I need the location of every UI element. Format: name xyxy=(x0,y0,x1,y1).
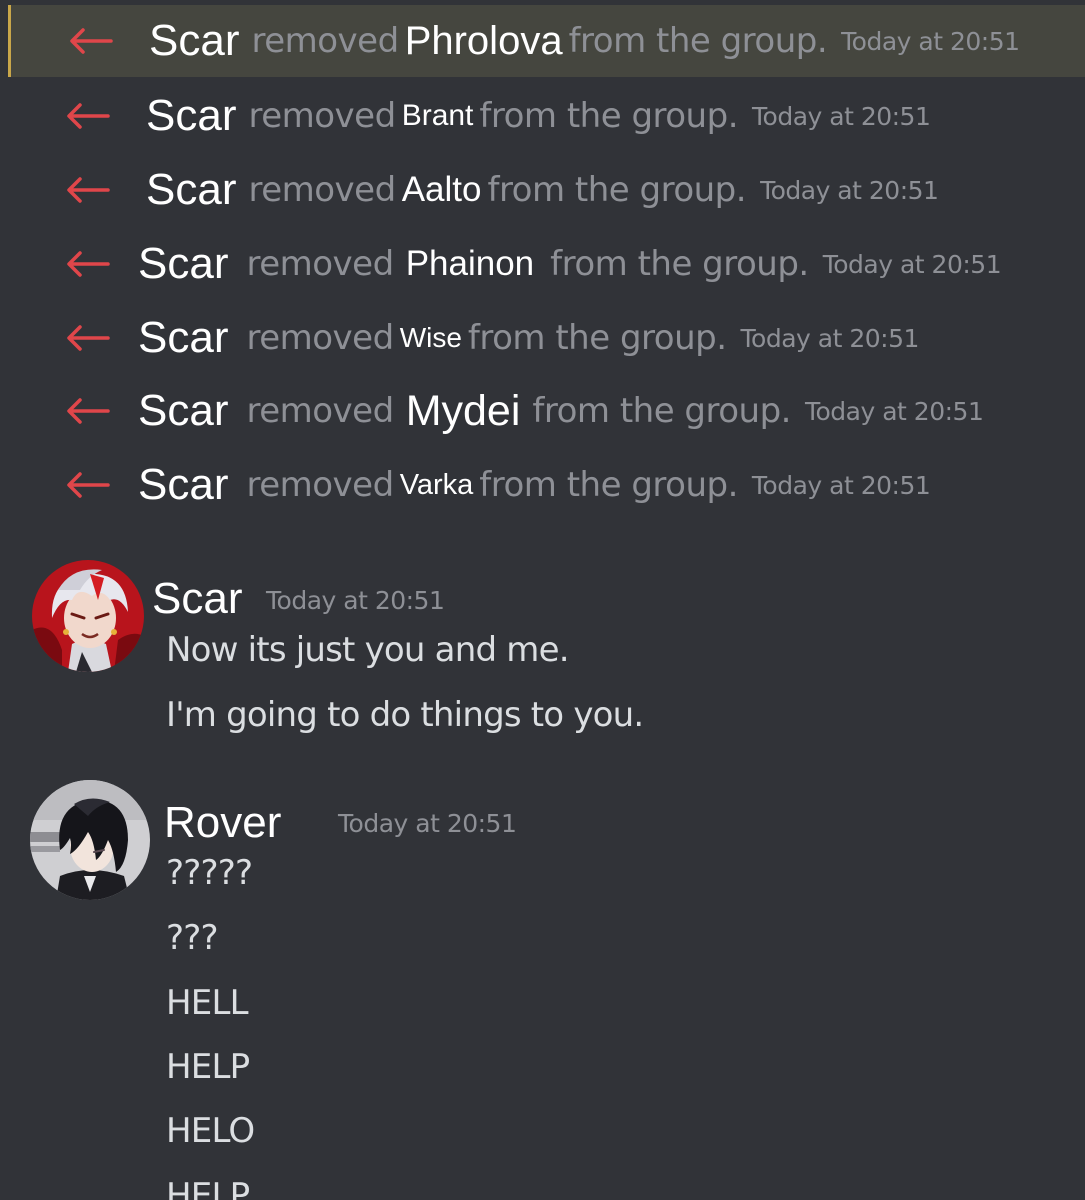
arrow-left-icon xyxy=(67,251,110,277)
target-name[interactable]: Brant xyxy=(402,99,474,133)
actor-name[interactable]: Scar xyxy=(138,460,228,510)
timestamp[interactable]: Today at 20:51 xyxy=(266,586,445,615)
action-rest: from the group. xyxy=(550,244,809,284)
target-name[interactable]: Wise xyxy=(400,322,462,354)
arrow-left-icon xyxy=(70,28,113,54)
timestamp[interactable]: Today at 20:51 xyxy=(760,176,939,205)
target-name[interactable]: Phrolova xyxy=(405,19,563,64)
chat-log: Scar removed Phrolova from the group. To… xyxy=(0,0,1085,1200)
system-message-row[interactable]: Scar removed Aalto from the group. Today… xyxy=(8,154,1085,226)
actor-name[interactable]: Scar xyxy=(138,386,228,436)
avatar[interactable] xyxy=(32,560,144,672)
system-message-row[interactable]: Scar removed Phrolova from the group. To… xyxy=(8,5,1085,77)
author-name[interactable]: Rover xyxy=(164,798,281,848)
arrow-left-icon xyxy=(67,325,110,351)
actor-name[interactable]: Scar xyxy=(146,165,236,215)
message-text: HELP xyxy=(166,1176,250,1200)
message-text: HELO xyxy=(166,1111,255,1151)
action-rest: from the group. xyxy=(487,170,747,210)
timestamp[interactable]: Today at 20:51 xyxy=(752,102,931,131)
system-message-row[interactable]: Scar removed Wise from the group. Today … xyxy=(8,302,1085,374)
action-verb: removed xyxy=(251,21,399,61)
action-rest: from the group. xyxy=(532,391,791,431)
action-rest: from the group. xyxy=(467,318,727,358)
target-name[interactable]: Phainon xyxy=(406,244,534,284)
action-rest: from the group. xyxy=(479,96,738,136)
actor-name[interactable]: Scar xyxy=(146,91,236,141)
scar-avatar-art xyxy=(32,560,144,672)
timestamp[interactable]: Today at 20:51 xyxy=(841,27,1020,56)
rover-avatar-art xyxy=(30,780,150,900)
system-message-row[interactable]: Scar removed Phainon from the group. Tod… xyxy=(8,228,1085,300)
actor-name[interactable]: Scar xyxy=(138,239,228,289)
timestamp[interactable]: Today at 20:51 xyxy=(338,809,517,838)
action-verb: removed xyxy=(248,170,396,210)
message-text: ????? xyxy=(166,853,253,893)
timestamp[interactable]: Today at 20:51 xyxy=(805,397,984,426)
avatar[interactable] xyxy=(30,780,150,900)
actor-name[interactable]: Scar xyxy=(138,313,228,363)
target-name[interactable]: Mydei xyxy=(406,387,521,436)
timestamp[interactable]: Today at 20:51 xyxy=(752,471,931,500)
message-text: HELL xyxy=(166,983,249,1023)
system-message-row[interactable]: Scar removed Mydei from the group. Today… xyxy=(8,375,1085,447)
message-text: HELP xyxy=(166,1047,250,1087)
arrow-left-icon xyxy=(67,103,110,129)
action-rest: from the group. xyxy=(568,21,828,61)
action-verb: removed xyxy=(246,391,394,431)
timestamp[interactable]: Today at 20:51 xyxy=(823,250,1002,279)
actor-name[interactable]: Scar xyxy=(149,16,239,66)
action-rest: from the group. xyxy=(479,465,738,505)
target-name[interactable]: Aalto xyxy=(402,170,482,210)
action-verb: removed xyxy=(246,244,394,284)
action-verb: removed xyxy=(246,318,394,358)
arrow-left-icon xyxy=(67,398,110,424)
action-verb: removed xyxy=(248,96,396,136)
message-text: ??? xyxy=(166,918,219,958)
message-text: I'm going to do things to you. xyxy=(166,695,644,735)
message-text: Now its just you and me. xyxy=(166,630,570,670)
arrow-left-icon xyxy=(67,177,110,203)
action-verb: removed xyxy=(246,465,394,505)
arrow-left-icon xyxy=(67,472,110,498)
system-message-row[interactable]: Scar removed Brant from the group. Today… xyxy=(8,80,1085,152)
author-name[interactable]: Scar xyxy=(152,574,242,624)
target-name[interactable]: Varka xyxy=(400,469,474,502)
timestamp[interactable]: Today at 20:51 xyxy=(741,324,920,353)
system-message-row[interactable]: Scar removed Varka from the group. Today… xyxy=(8,449,1085,521)
